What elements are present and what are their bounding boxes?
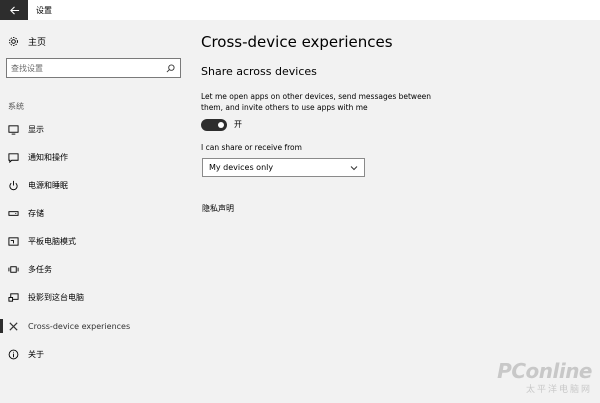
page-title: Cross-device experiences bbox=[201, 33, 393, 51]
sidebar-item-tablet[interactable]: 平板电脑模式 bbox=[0, 231, 193, 251]
notification-icon bbox=[8, 152, 19, 163]
sidebar-item-storage[interactable]: 存储 bbox=[0, 203, 193, 223]
watermark-subtitle: 太平洋电脑网 bbox=[525, 385, 592, 395]
sidebar-item-label: 电源和睡眠 bbox=[28, 180, 68, 190]
multitask-icon bbox=[8, 264, 19, 275]
sidebar-item-about[interactable]: 关于 bbox=[0, 344, 193, 364]
dropdown-value: My devices only bbox=[209, 163, 274, 172]
share-label: I can share or receive from bbox=[201, 143, 302, 152]
project-icon bbox=[8, 292, 19, 303]
tablet-icon bbox=[8, 236, 19, 247]
sidebar-item-label: 通知和操作 bbox=[28, 152, 68, 162]
search-icon[interactable] bbox=[166, 63, 175, 73]
info-icon bbox=[8, 349, 19, 360]
home-label: 主页 bbox=[28, 37, 47, 48]
home-link[interactable]: 主页 bbox=[8, 34, 46, 48]
storage-icon bbox=[8, 208, 19, 219]
sidebar-item-power[interactable]: 电源和睡眠 bbox=[0, 175, 193, 195]
share-dropdown[interactable]: My devices only bbox=[202, 158, 365, 177]
section-label: 系统 bbox=[8, 102, 24, 111]
search-input[interactable] bbox=[11, 63, 166, 73]
sidebar: 主页 系统 显示 通知和操作 电源和睡眠 存储 平板电脑模式 多任务 投影到这台… bbox=[0, 20, 193, 403]
sidebar-item-label: 显示 bbox=[28, 124, 44, 134]
sidebar-item-label: 多任务 bbox=[28, 264, 52, 274]
description-text: Let me open apps on other devices, send … bbox=[201, 92, 432, 112]
back-button[interactable] bbox=[0, 0, 28, 20]
sidebar-item-display[interactable]: 显示 bbox=[0, 119, 193, 139]
share-toggle[interactable] bbox=[201, 119, 227, 131]
main-content: Cross-device experiences Share across de… bbox=[193, 20, 600, 403]
display-icon bbox=[8, 124, 19, 135]
sidebar-item-label: 存储 bbox=[28, 208, 44, 218]
back-arrow-icon bbox=[9, 5, 19, 15]
sidebar-item-label: Cross-device experiences bbox=[28, 321, 131, 331]
watermark-logo: PConline bbox=[497, 359, 592, 383]
chevron-down-icon bbox=[350, 165, 358, 170]
sidebar-item-project[interactable]: 投影到这台电脑 bbox=[0, 287, 193, 307]
toggle-state-label: 开 bbox=[234, 120, 242, 129]
search-box[interactable] bbox=[6, 58, 181, 78]
sidebar-item-label: 投影到这台电脑 bbox=[28, 292, 84, 302]
power-icon bbox=[8, 180, 19, 191]
sidebar-item-label: 关于 bbox=[28, 349, 44, 359]
app-title: 设置 bbox=[36, 5, 52, 15]
section-title: Share across devices bbox=[201, 65, 317, 78]
toggle-knob bbox=[218, 122, 224, 128]
sidebar-item-notifications[interactable]: 通知和操作 bbox=[0, 147, 193, 167]
gear-icon bbox=[9, 36, 18, 46]
title-bar: 设置 bbox=[0, 0, 600, 20]
sidebar-item-label: 平板电脑模式 bbox=[28, 236, 76, 246]
cross-device-icon bbox=[8, 321, 19, 332]
sidebar-item-multitasking[interactable]: 多任务 bbox=[0, 259, 193, 279]
sidebar-item-cross-device[interactable]: Cross-device experiences bbox=[0, 316, 193, 336]
privacy-link[interactable]: 隐私声明 bbox=[202, 203, 234, 214]
